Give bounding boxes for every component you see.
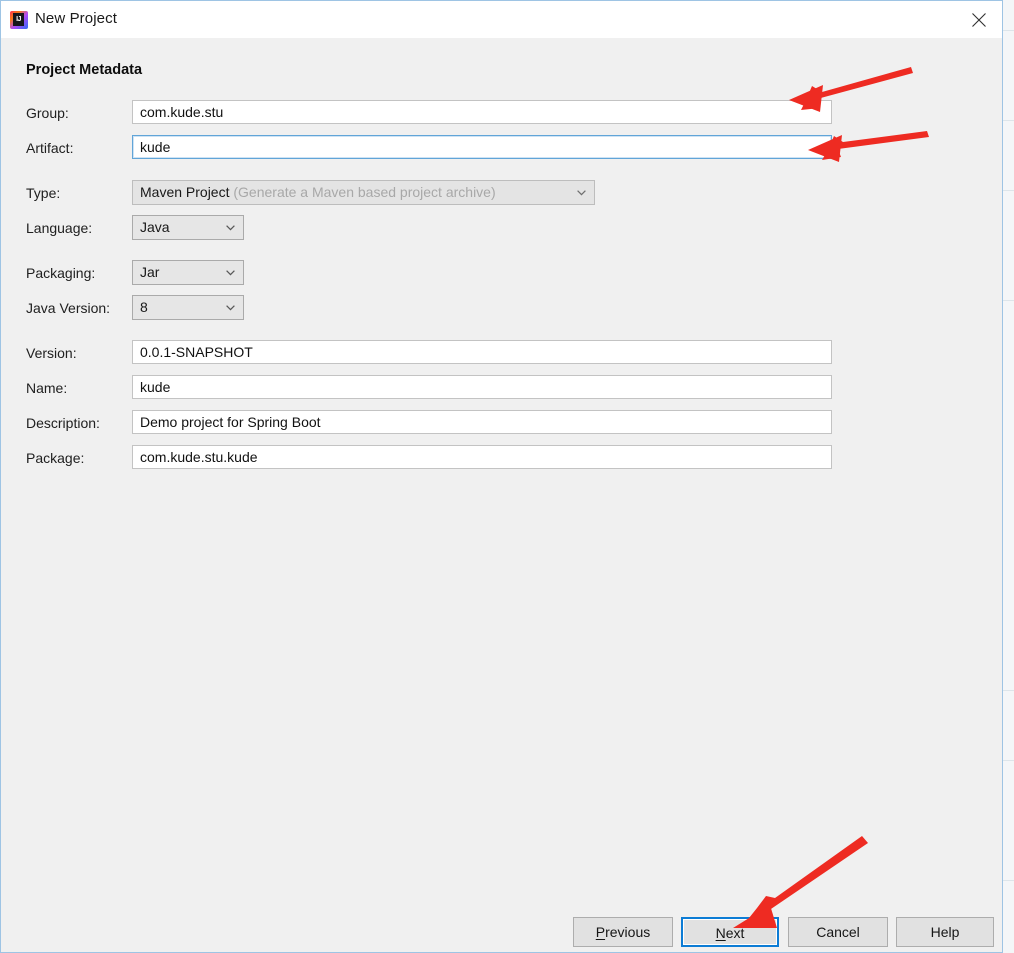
label-package: Package: (26, 450, 85, 466)
previous-button[interactable]: Previous (573, 917, 673, 947)
chevron-down-icon (226, 269, 235, 276)
label-version: Version: (26, 345, 77, 361)
chevron-down-icon (226, 304, 235, 311)
chevron-down-icon (577, 189, 586, 196)
new-project-dialog: IJ New Project Project Metadata Group: A… (0, 0, 1003, 953)
background-window-edge (1002, 0, 1014, 953)
previous-button-label: revious (605, 924, 651, 940)
language-dropdown[interactable]: Java (132, 215, 244, 240)
intellij-idea-icon: IJ (10, 11, 28, 29)
dialog-titlebar: IJ New Project (1, 1, 1002, 38)
close-icon[interactable] (956, 1, 1002, 37)
next-button-label: ext (725, 925, 745, 941)
page-title: Project Metadata (26, 62, 143, 78)
previous-button-mnemonic: P (595, 924, 606, 940)
type-dropdown-value: Maven Project (140, 184, 230, 200)
type-dropdown-hint: (Generate a Maven based project archive) (233, 184, 496, 200)
language-dropdown-value: Java (140, 219, 170, 235)
help-button[interactable]: Help (896, 917, 994, 947)
package-input[interactable] (132, 445, 832, 469)
chevron-down-icon (226, 224, 235, 231)
packaging-dropdown-value: Jar (140, 264, 160, 280)
label-language: Language: (26, 220, 93, 236)
next-button[interactable]: Next (681, 917, 779, 947)
name-input[interactable] (132, 375, 832, 399)
dialog-content: Project Metadata Group: Artifact: Type: … (1, 38, 1002, 952)
java-version-dropdown[interactable]: 8 (132, 295, 244, 320)
label-artifact: Artifact: (26, 140, 74, 156)
label-description: Description: (26, 415, 100, 431)
type-dropdown[interactable]: Maven Project (Generate a Maven based pr… (132, 180, 595, 205)
cancel-button[interactable]: Cancel (788, 917, 888, 947)
label-packaging: Packaging: (26, 265, 96, 281)
next-button-mnemonic: N (715, 925, 726, 941)
packaging-dropdown[interactable]: Jar (132, 260, 244, 285)
label-java-version: Java Version: (26, 300, 111, 316)
version-input[interactable] (132, 340, 832, 364)
intellij-idea-icon-letters: IJ (16, 16, 21, 23)
dialog-title: New Project (35, 10, 117, 27)
description-input[interactable] (132, 410, 832, 434)
label-group: Group: (26, 105, 69, 121)
label-type: Type: (26, 185, 61, 201)
java-version-dropdown-value: 8 (140, 299, 148, 315)
label-name: Name: (26, 380, 68, 396)
artifact-input[interactable] (132, 135, 832, 159)
group-input[interactable] (132, 100, 832, 124)
